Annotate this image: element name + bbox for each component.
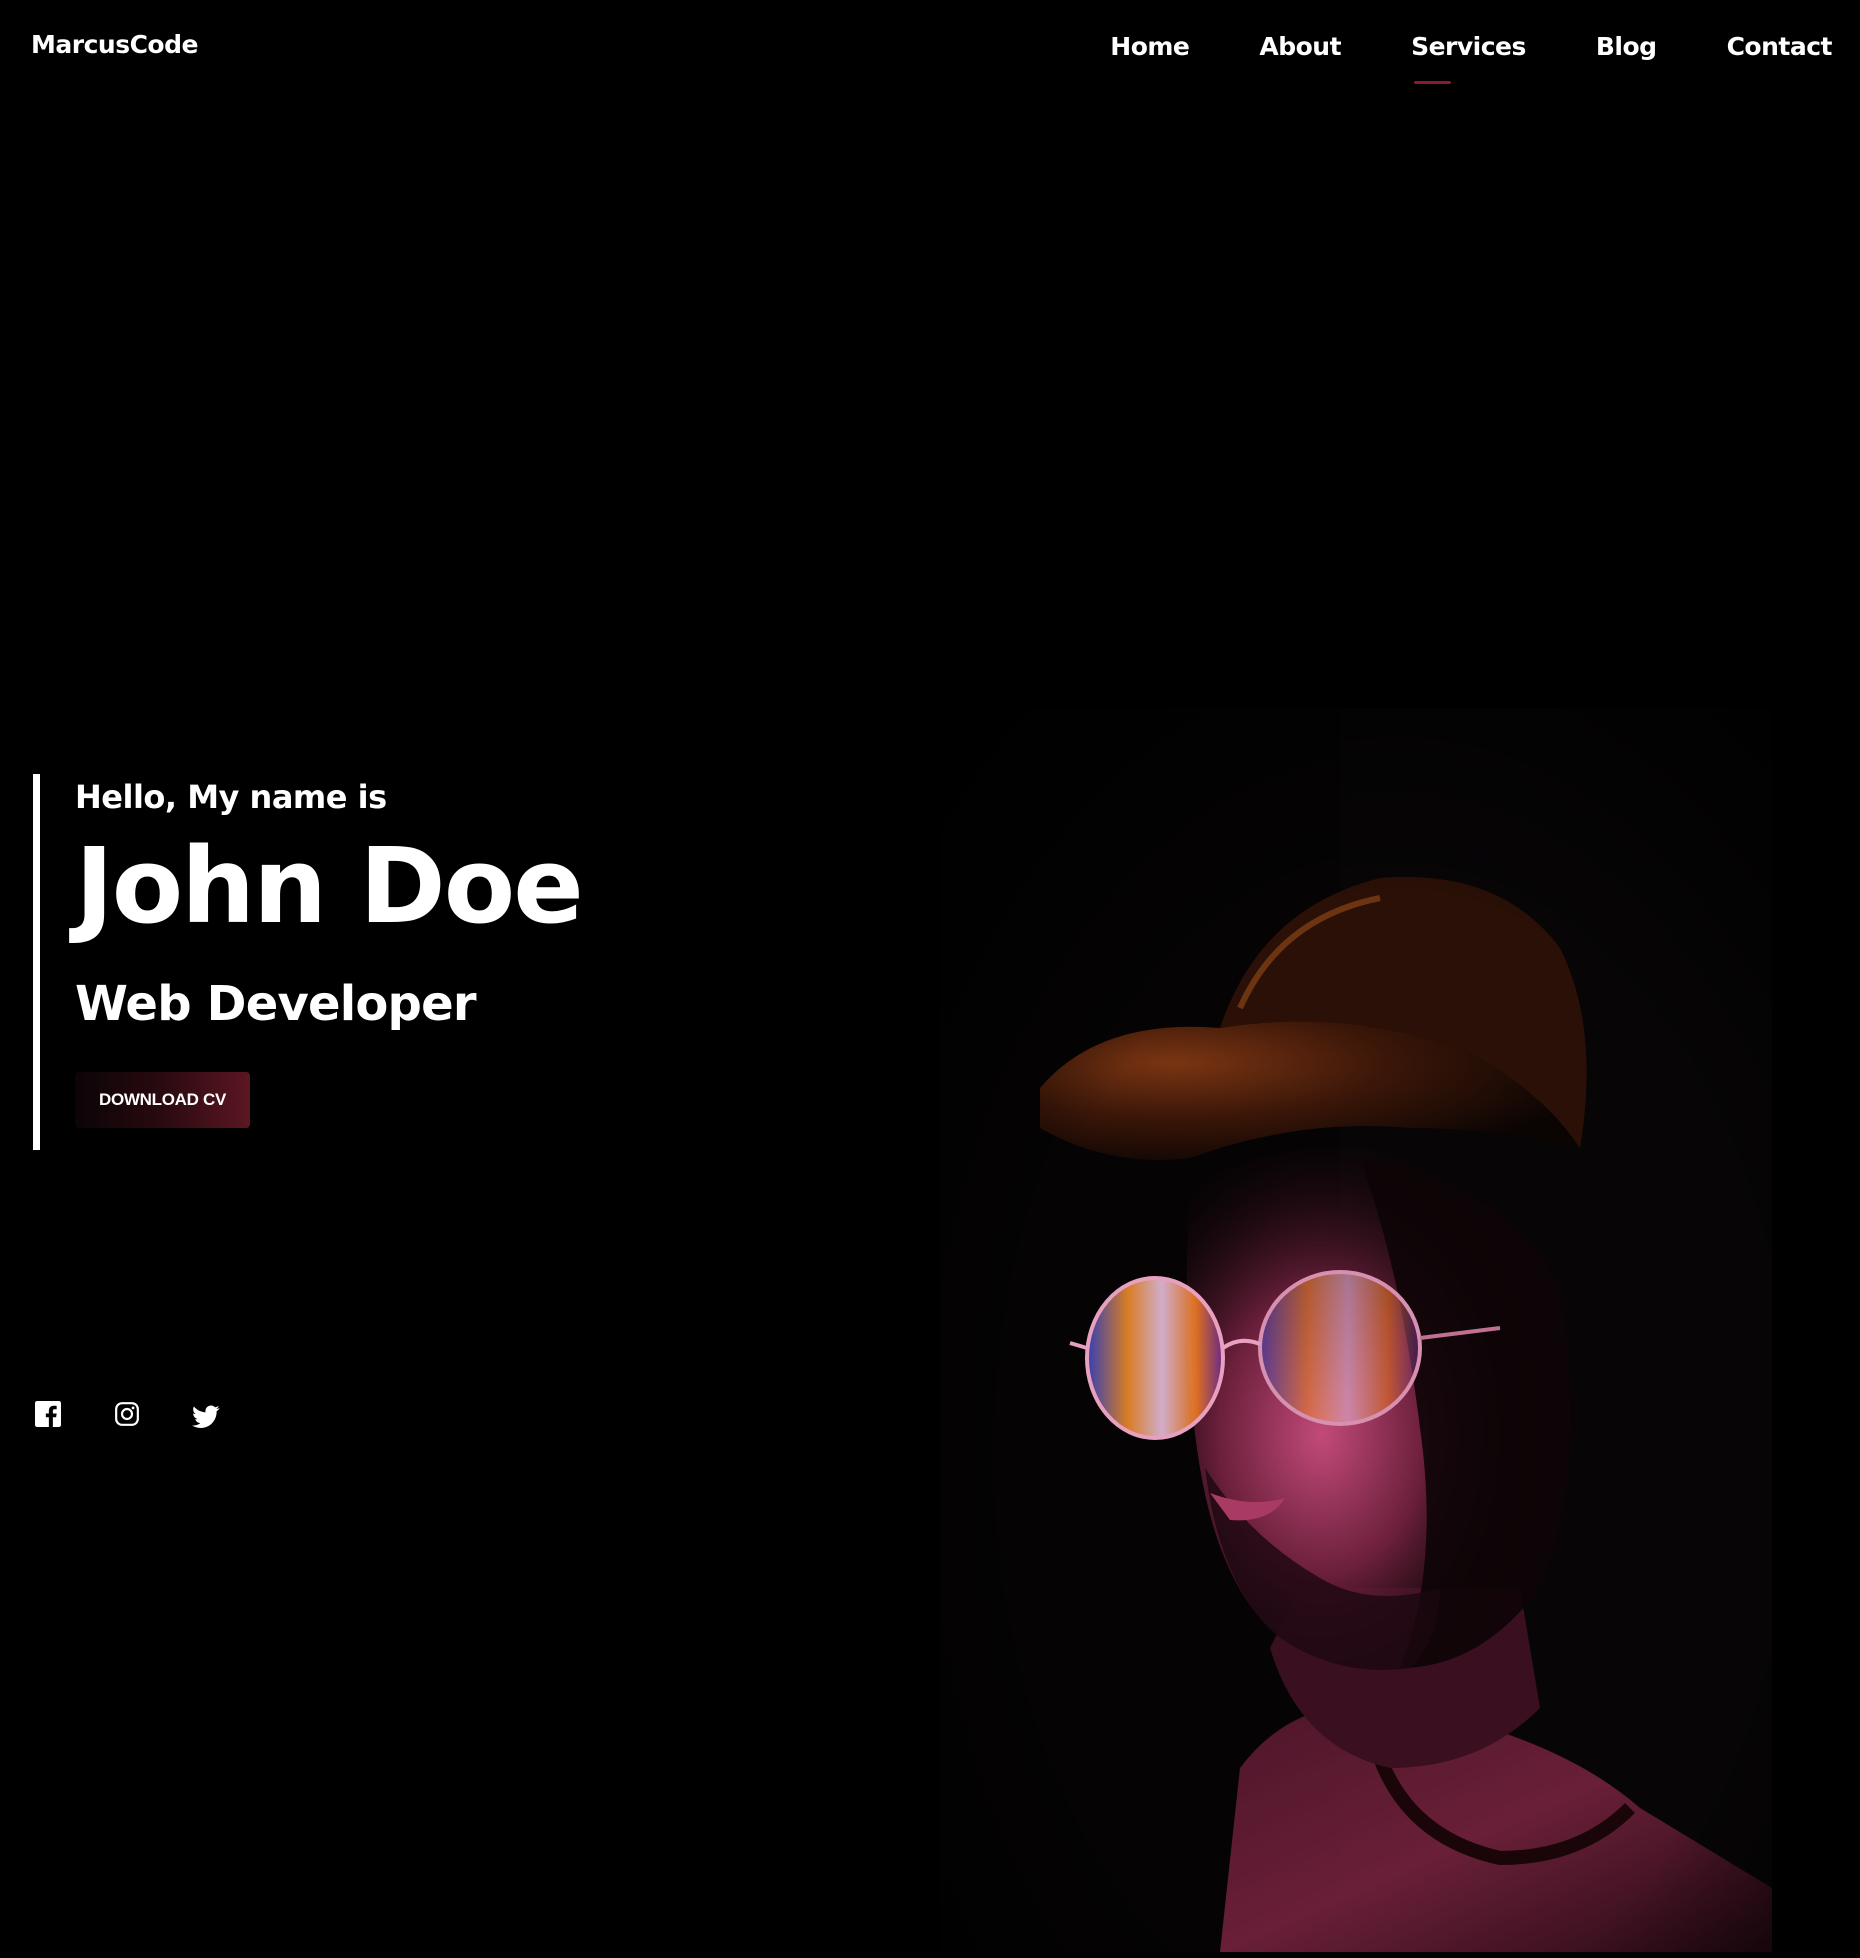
nav-contact[interactable]: Contact (1727, 32, 1833, 61)
nav-blog[interactable]: Blog (1596, 32, 1657, 61)
download-cv-button[interactable]: DOWNLOAD CV (75, 1072, 251, 1128)
nav-services-label: Services (1411, 32, 1526, 61)
twitter-link[interactable] (192, 1400, 220, 1428)
hero-name: John Doe (75, 825, 584, 947)
twitter-icon (192, 1405, 220, 1428)
social-links (34, 1400, 271, 1428)
nav-active-indicator (1414, 81, 1452, 84)
instagram-icon (115, 1402, 139, 1426)
nav-services[interactable]: Services (1411, 32, 1526, 84)
nav-about[interactable]: About (1259, 32, 1341, 61)
logo[interactable]: MarcusCode (31, 30, 198, 59)
main-nav: Home About Services Blog Contact (1040, 32, 1833, 84)
hero-section: Hello, My name is John Doe Web Developer… (33, 774, 584, 1150)
facebook-link[interactable] (34, 1400, 62, 1428)
instagram-link[interactable] (113, 1400, 141, 1428)
nav-home[interactable]: Home (1110, 32, 1190, 61)
hero-greeting: Hello, My name is (75, 778, 387, 816)
facebook-icon (35, 1401, 61, 1427)
hero-portrait-image (940, 708, 1772, 1952)
hero-role: Web Developer (75, 976, 477, 1032)
